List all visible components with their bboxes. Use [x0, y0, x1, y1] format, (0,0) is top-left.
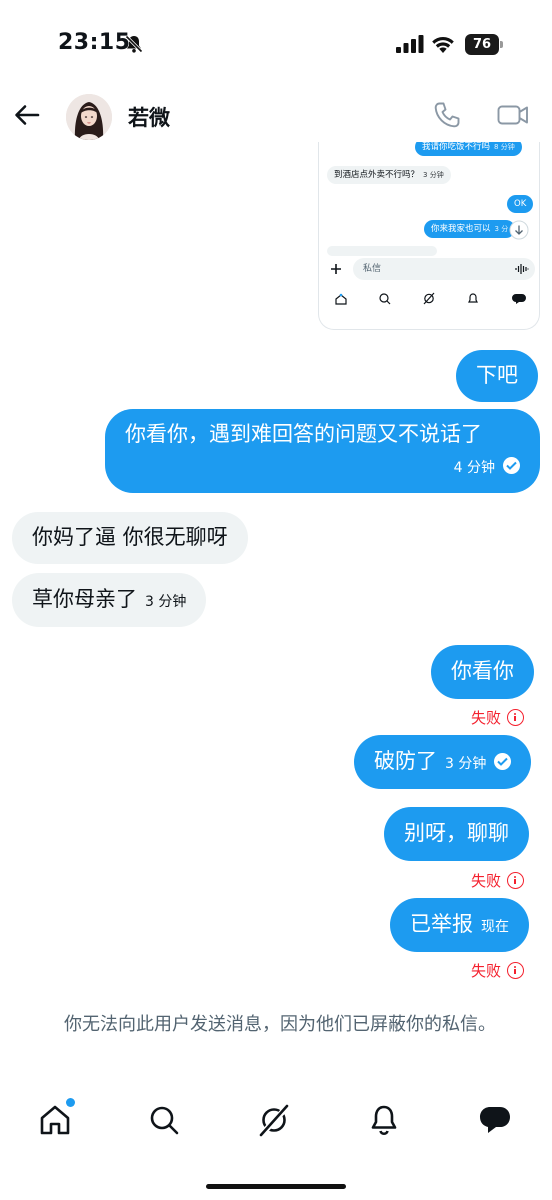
wifi-icon [432, 36, 454, 53]
screenshot-voice-icon [515, 264, 529, 274]
message-bubble-outgoing[interactable]: 已举报 现在 [390, 898, 529, 952]
screenshot-plus-icon [331, 264, 341, 274]
message-time: 3 分钟 [145, 594, 187, 610]
send-failed-status[interactable]: 失败 [471, 960, 524, 981]
message-text: 草你母亲了 [32, 587, 137, 611]
bell-icon [371, 1105, 397, 1135]
nav-messages[interactable] [477, 1102, 513, 1138]
message-bubble-incoming[interactable]: 你妈了逼 你很无聊呀 [12, 512, 248, 564]
message-bubble-outgoing[interactable]: 别呀，聊聊 [384, 807, 529, 861]
info-icon [507, 872, 524, 889]
grok-icon [259, 1104, 290, 1137]
bell-muted-icon [125, 35, 143, 53]
battery-icon: 76 [465, 34, 505, 55]
screenshot-input: 私信 [353, 258, 535, 280]
message-text: 别呀，聊聊 [404, 821, 509, 845]
message-text: 破防了 [374, 749, 437, 773]
messages-icon [480, 1107, 510, 1133]
screenshot-message: 你来我家也可以 3 分 [424, 220, 516, 238]
message-time: 4 分钟 [453, 460, 495, 477]
notification-dot [66, 1098, 75, 1107]
chat-header: 若微 [0, 90, 552, 142]
screenshot-message: 我请你吃饭不行吗 8 分钟 [415, 142, 522, 156]
home-indicator [206, 1184, 346, 1189]
message-bubble-incoming[interactable]: 草你母亲了 3 分钟 [12, 573, 207, 627]
bottom-nav [0, 1090, 552, 1150]
message-text: 你看你 [451, 659, 514, 683]
message-text: 你看你，遇到难回答的问题又不说话了 [125, 422, 482, 446]
send-failed-status[interactable]: 失败 [471, 870, 524, 891]
screenshot-message: OK [507, 195, 534, 213]
info-icon [507, 962, 524, 979]
contact-name[interactable]: 若微 [128, 102, 170, 132]
blocked-notice: 你无法向此用户发送消息，因为他们已屏蔽你的私信。 [64, 1014, 496, 1035]
send-failed-status[interactable]: 失败 [471, 707, 524, 728]
message-text: 你妈了逼 你很无聊呀 [32, 525, 228, 549]
info-icon [507, 709, 524, 726]
message-text: 已举报 [410, 912, 473, 936]
search-icon [150, 1106, 179, 1135]
avatar[interactable] [66, 94, 112, 140]
screenshot-message: 到酒店点外卖不行吗？ 3 分钟 [327, 166, 451, 184]
nav-grok[interactable] [256, 1102, 292, 1138]
message-bubble-outgoing[interactable]: 破防了 3 分钟 [354, 735, 532, 789]
status-bar: 23:15 76 [0, 0, 552, 90]
back-arrow-icon[interactable] [12, 100, 42, 130]
message-time: 现在 [481, 919, 509, 935]
status-time: 23:15 [58, 30, 131, 55]
nav-home[interactable] [37, 1098, 75, 1138]
read-receipt-icon [494, 753, 512, 770]
read-receipt-icon [503, 457, 520, 475]
message-bubble-outgoing[interactable]: 下吧 [456, 350, 538, 402]
phone-icon[interactable] [432, 100, 462, 130]
message-bubble-outgoing[interactable]: 你看你，遇到难回答的问题又不说话了 4 分钟 [105, 409, 540, 493]
battery-level: 76 [465, 34, 499, 55]
video-call-icon[interactable] [496, 100, 530, 130]
shared-screenshot[interactable]: 我请你吃饭不行吗 8 分钟 到酒店点外卖不行吗？ 3 分钟 OK 你来我家也可以 3 … [318, 142, 540, 330]
message-bubble-outgoing[interactable]: 你看你 [431, 645, 534, 699]
home-icon [40, 1105, 70, 1135]
nav-search[interactable] [146, 1102, 182, 1138]
message-time: 3 分钟 [445, 756, 487, 772]
nav-notifications[interactable] [366, 1102, 402, 1138]
message-text: 下吧 [476, 363, 518, 387]
cellular-signal-icon [396, 35, 424, 53]
scroll-down-icon [509, 220, 529, 240]
screenshot-nav-icons [335, 292, 526, 305]
